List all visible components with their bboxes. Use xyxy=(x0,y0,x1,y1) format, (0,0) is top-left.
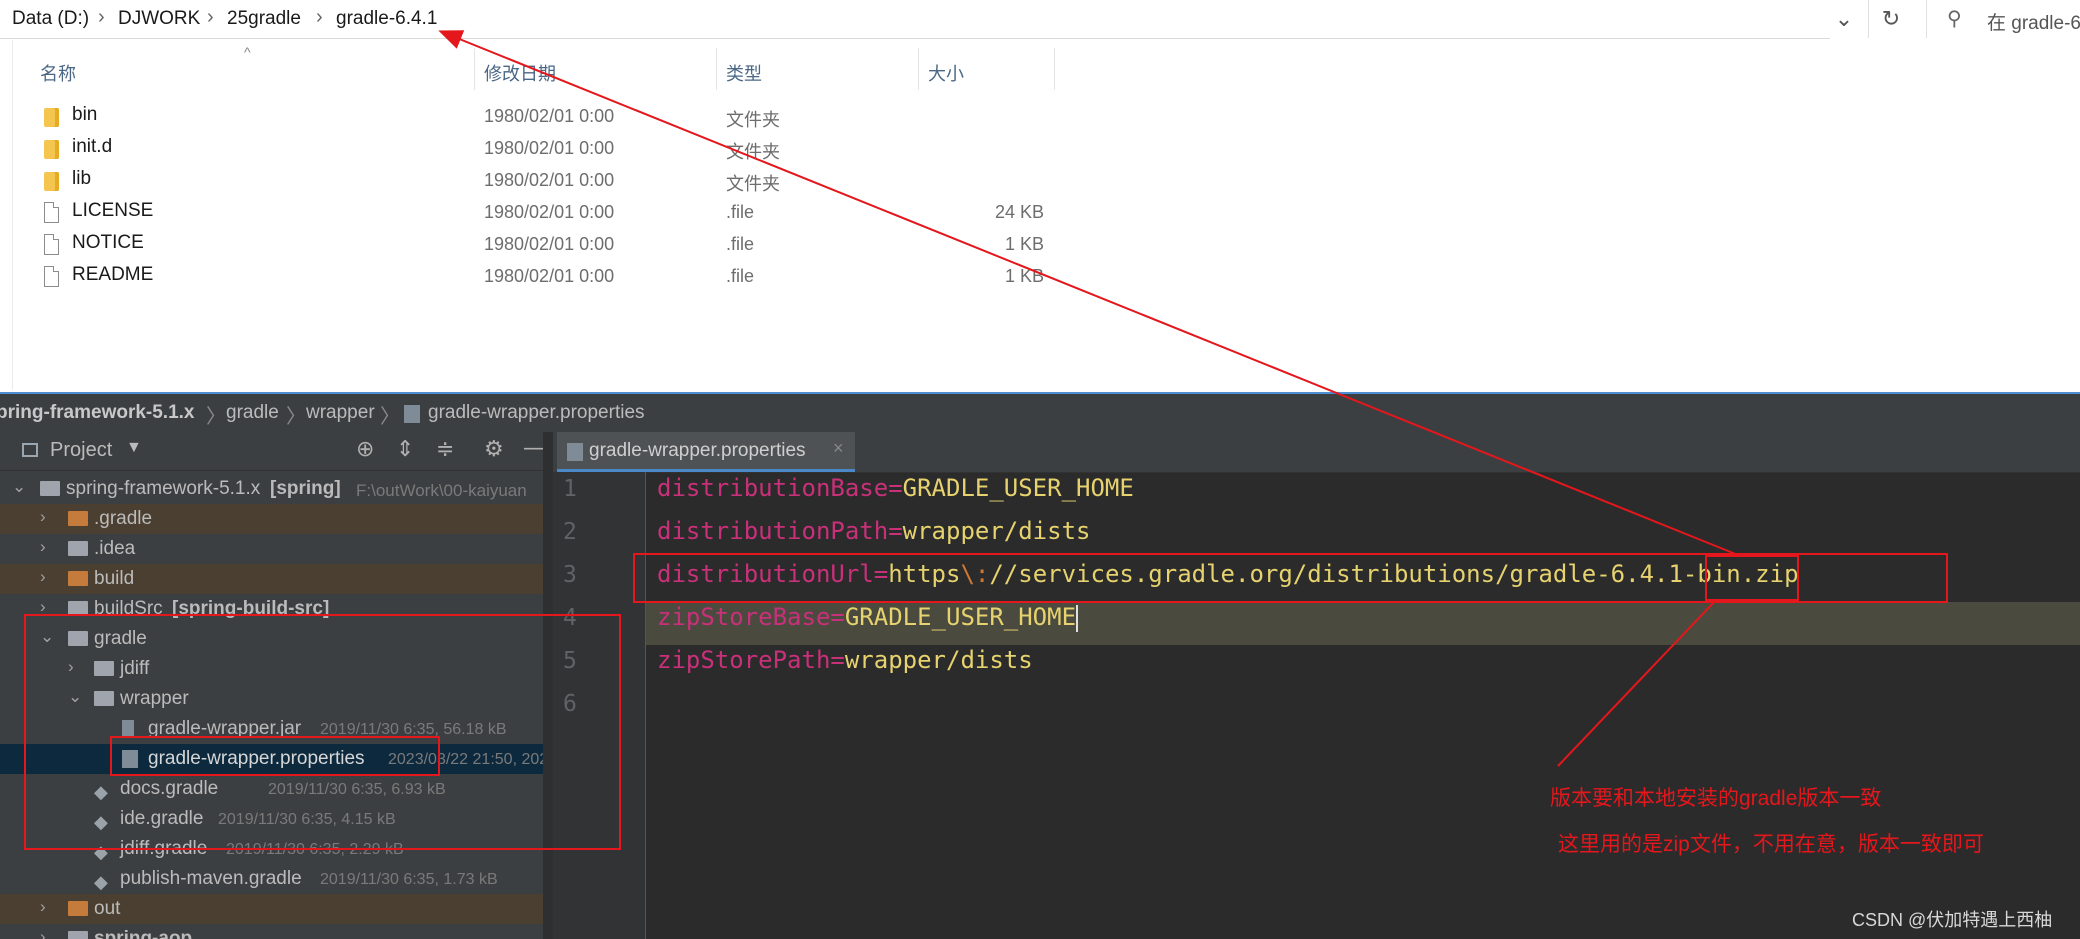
arrow-to-folder-version xyxy=(438,30,1739,556)
arrow-to-url-version xyxy=(1557,599,1717,767)
annotation-note-zip: 这里用的是zip文件，不用在意，版本一致即可 xyxy=(1558,833,1984,856)
watermark: CSDN @伏加特遇上西柚 xyxy=(1852,910,2053,930)
annotation-note-version: 版本要和本地安装的gradle版本一致 xyxy=(1550,787,1882,810)
